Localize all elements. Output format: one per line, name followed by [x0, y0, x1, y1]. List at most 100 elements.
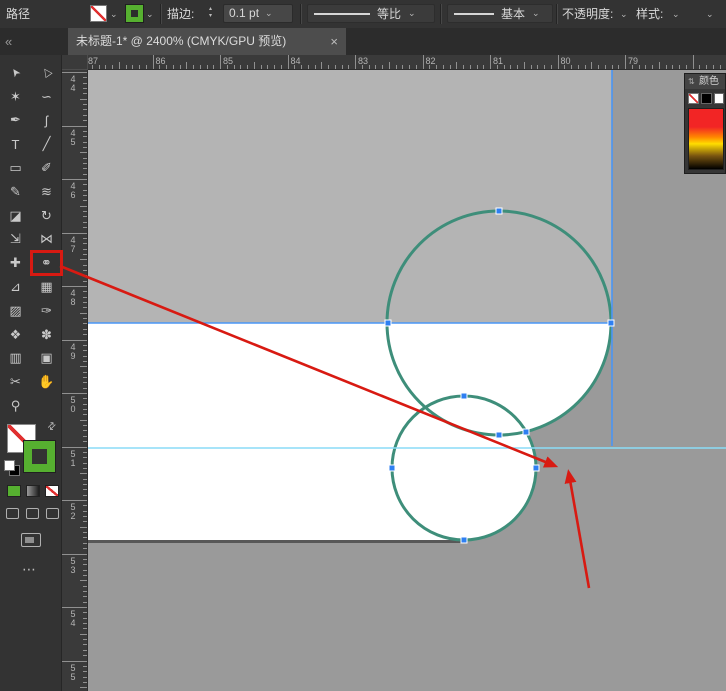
- slice-tool[interactable]: ✂: [0, 370, 31, 394]
- anchor-point[interactable]: [533, 465, 539, 471]
- brush-definition-dropdown-icon[interactable]: ⌄: [532, 8, 540, 19]
- puppet-warp-tool[interactable]: ✚: [0, 251, 31, 275]
- anchor-point[interactable]: [389, 465, 395, 471]
- stroke-width-dropdown-icon[interactable]: ⌄: [265, 5, 273, 22]
- ruler-tick: [80, 580, 87, 581]
- document-tab[interactable]: 未标题-1* @ 2400% (CMYK/GPU 预览) ×: [68, 28, 346, 55]
- draw-behind-button[interactable]: [26, 508, 39, 519]
- draw-inside-button[interactable]: [46, 508, 59, 519]
- column-graph-tool[interactable]: ▥: [0, 347, 31, 371]
- ruler-tick: [83, 174, 87, 175]
- anchor-point[interactable]: [461, 537, 467, 543]
- magic-wand-tool[interactable]: ✶: [0, 85, 31, 109]
- more-options-icon[interactable]: ⌄: [706, 0, 714, 28]
- ruler-tick: [173, 65, 174, 69]
- draw-normal-button[interactable]: [6, 508, 19, 519]
- anchor-point[interactable]: [385, 320, 391, 326]
- gradient-fill-button[interactable]: [26, 485, 40, 497]
- shaper-tool[interactable]: ≋: [31, 180, 62, 204]
- color-fill-button[interactable]: [7, 485, 21, 497]
- white-swatch[interactable]: [714, 93, 724, 104]
- stroke-proxy[interactable]: [24, 441, 55, 472]
- shape-builder-tool[interactable]: ⚭: [31, 251, 62, 275]
- ruler-tick: [537, 65, 538, 69]
- artboard-tool[interactable]: ▣: [31, 347, 62, 371]
- ruler-tick: [301, 65, 302, 69]
- ruler-tick: [699, 65, 700, 69]
- canvas[interactable]: [88, 70, 726, 691]
- stepper-up-icon[interactable]: ▴: [209, 6, 212, 12]
- anchor-point[interactable]: [523, 429, 529, 435]
- pen-tool[interactable]: ✒: [0, 109, 31, 133]
- opacity-dropdown-icon[interactable]: ⌄: [620, 0, 628, 28]
- curvature-tool[interactable]: ʃ: [31, 109, 62, 133]
- stroke-swatch-dropdown-icon[interactable]: ⌄: [146, 0, 154, 28]
- width-profile-dropdown-icon[interactable]: ⌄: [408, 8, 416, 19]
- black-swatch[interactable]: [701, 93, 712, 104]
- anchor-point[interactable]: [608, 320, 614, 326]
- stroke-width-dropdown[interactable]: 0.1 pt ⌄: [223, 4, 293, 23]
- eyedropper-tool[interactable]: ✑: [31, 299, 62, 323]
- horizontal-ruler[interactable]: 878685848382818079: [62, 55, 726, 70]
- ruler-tick: [83, 270, 87, 271]
- eraser-tool[interactable]: ◪: [0, 204, 31, 228]
- hand-tool[interactable]: ✋: [31, 370, 62, 394]
- rotate-tool[interactable]: ↻: [31, 204, 62, 228]
- edit-toolbar-icon[interactable]: ⋯: [22, 561, 36, 578]
- paintbrush-tool[interactable]: ✐: [31, 156, 62, 180]
- ruler-tick: [83, 356, 87, 357]
- ruler-tick: [591, 62, 592, 69]
- style-dropdown-icon[interactable]: ⌄: [672, 0, 680, 28]
- gradient-tool[interactable]: ▨: [0, 299, 31, 323]
- brush-definition-dropdown[interactable]: 基本 ⌄: [447, 4, 553, 23]
- lasso-tool[interactable]: ∽: [31, 85, 62, 109]
- none-fill-button[interactable]: [45, 485, 59, 497]
- symbol-sprayer-tool[interactable]: ✽: [31, 323, 62, 347]
- gray-object[interactable]: [88, 70, 612, 323]
- blend-tool[interactable]: ❖: [0, 323, 31, 347]
- collapse-dock-icon[interactable]: «: [5, 28, 12, 55]
- color-panel-header[interactable]: ⇅ 颜色: [685, 74, 725, 89]
- close-tab-icon[interactable]: ×: [330, 28, 338, 55]
- ruler-tick: [83, 570, 87, 571]
- pencil-tool[interactable]: ✎: [0, 180, 31, 204]
- anchor-point[interactable]: [496, 432, 502, 438]
- ruler-label: 55: [67, 664, 79, 682]
- type-tool[interactable]: T: [0, 132, 31, 156]
- direct-selection-tool[interactable]: ▷: [31, 61, 62, 85]
- ruler-tick: [463, 65, 464, 69]
- ruler-tick: [83, 334, 87, 335]
- anchor-point[interactable]: [496, 208, 502, 214]
- ruler-tick: [679, 65, 680, 69]
- ruler-tick: [625, 55, 626, 69]
- width-profile-dropdown[interactable]: 等比 ⌄: [307, 4, 435, 23]
- none-color-swatch[interactable]: [688, 93, 699, 104]
- default-fill-stroke-icon[interactable]: [4, 460, 15, 471]
- change-screen-mode-button[interactable]: [21, 533, 41, 547]
- rectangle-tool[interactable]: ▭: [0, 156, 31, 180]
- mesh-tool[interactable]: ▦: [31, 275, 62, 299]
- swap-fill-stroke-icon[interactable]: ⇄: [45, 420, 59, 434]
- lasso-icon: ∽: [41, 89, 52, 105]
- perspective-grid-tool[interactable]: ⊿: [0, 275, 31, 299]
- anchor-point[interactable]: [461, 393, 467, 399]
- line-segment-tool[interactable]: ╱: [31, 132, 62, 156]
- width-tool[interactable]: ⋈: [31, 228, 62, 252]
- fill-color-swatch[interactable]: [90, 5, 107, 22]
- ruler-tick: [83, 265, 87, 266]
- ruler-tick: [220, 55, 221, 69]
- stepper-down-icon[interactable]: ▾: [209, 13, 212, 19]
- color-spectrum-ramp[interactable]: [688, 108, 724, 170]
- scale-tool[interactable]: ⇲: [0, 228, 31, 252]
- ruler-tick: [598, 65, 599, 69]
- zoom-tool[interactable]: ⚲: [0, 394, 31, 418]
- fill-swatch-dropdown-icon[interactable]: ⌄: [110, 0, 118, 28]
- ruler-tick: [612, 65, 613, 69]
- stroke-width-stepper[interactable]: ▴ ▾: [209, 6, 212, 19]
- panel-toggle-icon[interactable]: ⇅: [688, 74, 695, 89]
- vertical-ruler[interactable]: 444546474849505152535455: [62, 70, 88, 691]
- tools-panel: ➤▷✶ ∽ ✒ʃT╱▭✐✎≋◪↻⇲⋈✚⚭⊿▦▨✑❖✽▥▣✂✋⚲ ⇄ ⋯: [0, 55, 62, 691]
- selection-tool[interactable]: ➤: [0, 61, 31, 85]
- ruler-tick: [551, 65, 552, 69]
- stroke-color-swatch[interactable]: [126, 5, 143, 22]
